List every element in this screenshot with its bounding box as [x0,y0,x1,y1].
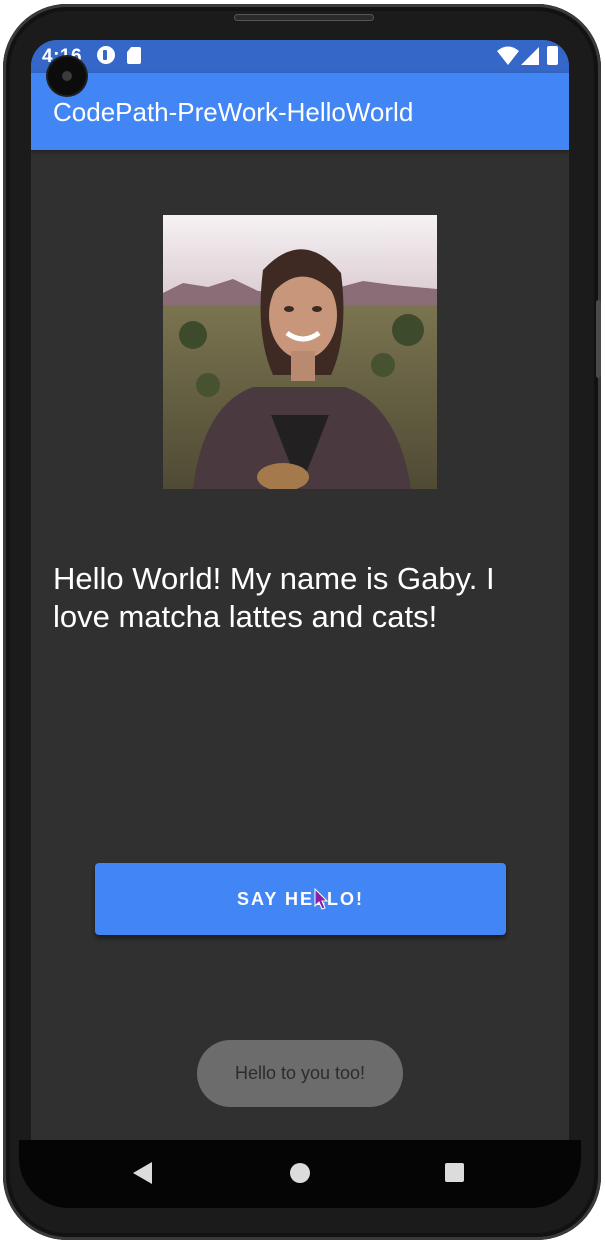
side-button [596,300,601,378]
sd-card-icon [127,47,141,64]
signal-icon [521,47,539,65]
battery-icon [547,46,558,65]
app-title: CodePath-PreWork-HelloWorld [53,97,414,127]
wifi-icon [497,46,519,65]
app-screen: 4:16 CodePath-PreWork-HelloWorld [31,40,569,1190]
earpiece-speaker [234,14,374,21]
greeting-text: Hello World! My name is Gaby. I love mat… [53,561,495,634]
notification-app-icon [97,46,115,64]
status-bar: 4:16 [31,40,569,73]
profile-photo-image [163,215,437,489]
home-icon[interactable] [290,1163,310,1183]
toast-message: Hello to you too! [197,1040,403,1107]
profile-photo [163,215,437,489]
say-hello-button[interactable]: SAY HELLO! [95,863,506,935]
front-camera [48,57,86,95]
back-icon[interactable] [133,1162,152,1184]
app-bar: CodePath-PreWork-HelloWorld [31,73,569,150]
mouse-cursor-icon [314,888,328,910]
navigation-bar [19,1140,581,1208]
recents-icon[interactable] [445,1163,464,1182]
